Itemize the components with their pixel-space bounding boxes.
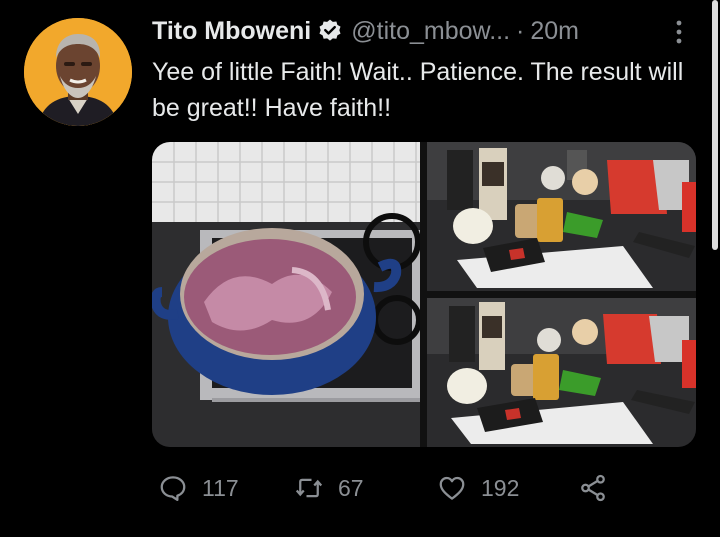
tweet-text: Yee of little Faith! Wait.. Patience. Th… — [152, 58, 684, 122]
heart-icon — [439, 476, 465, 500]
tweet-header: Tito Mboweni @tito_mbow... · 20m — [152, 14, 579, 48]
retweet-count: 67 — [338, 474, 364, 501]
photo-pot-on-stove[interactable] — [152, 142, 420, 447]
like-count: 192 — [481, 474, 520, 501]
speech-bubble-icon — [160, 476, 186, 501]
author-handle[interactable]: @tito_mbow... — [351, 17, 510, 46]
share-button[interactable] — [578, 468, 608, 508]
author-avatar[interactable] — [24, 18, 132, 126]
like-button[interactable]: 192 — [437, 468, 519, 508]
retweet-button[interactable]: 67 — [294, 468, 364, 508]
author-name[interactable]: Tito Mboweni — [152, 17, 311, 46]
photo-ingredients-top[interactable] — [427, 142, 696, 291]
retweet-arrows-icon — [295, 478, 323, 498]
tweet-actions: 117 67 192 — [152, 468, 632, 508]
photo-ingredients-bottom[interactable] — [427, 298, 696, 447]
separator-dot: · — [516, 16, 525, 45]
verified-badge-icon — [319, 19, 341, 41]
scrollbar[interactable] — [712, 0, 718, 250]
share-nodes-icon — [581, 474, 605, 502]
more-vertical-icon[interactable] — [672, 18, 686, 46]
tweet-timestamp[interactable]: 20m — [530, 17, 579, 46]
reply-button[interactable]: 117 — [158, 468, 239, 508]
tweet-media-grid — [152, 142, 696, 447]
reply-count: 117 — [202, 474, 239, 501]
